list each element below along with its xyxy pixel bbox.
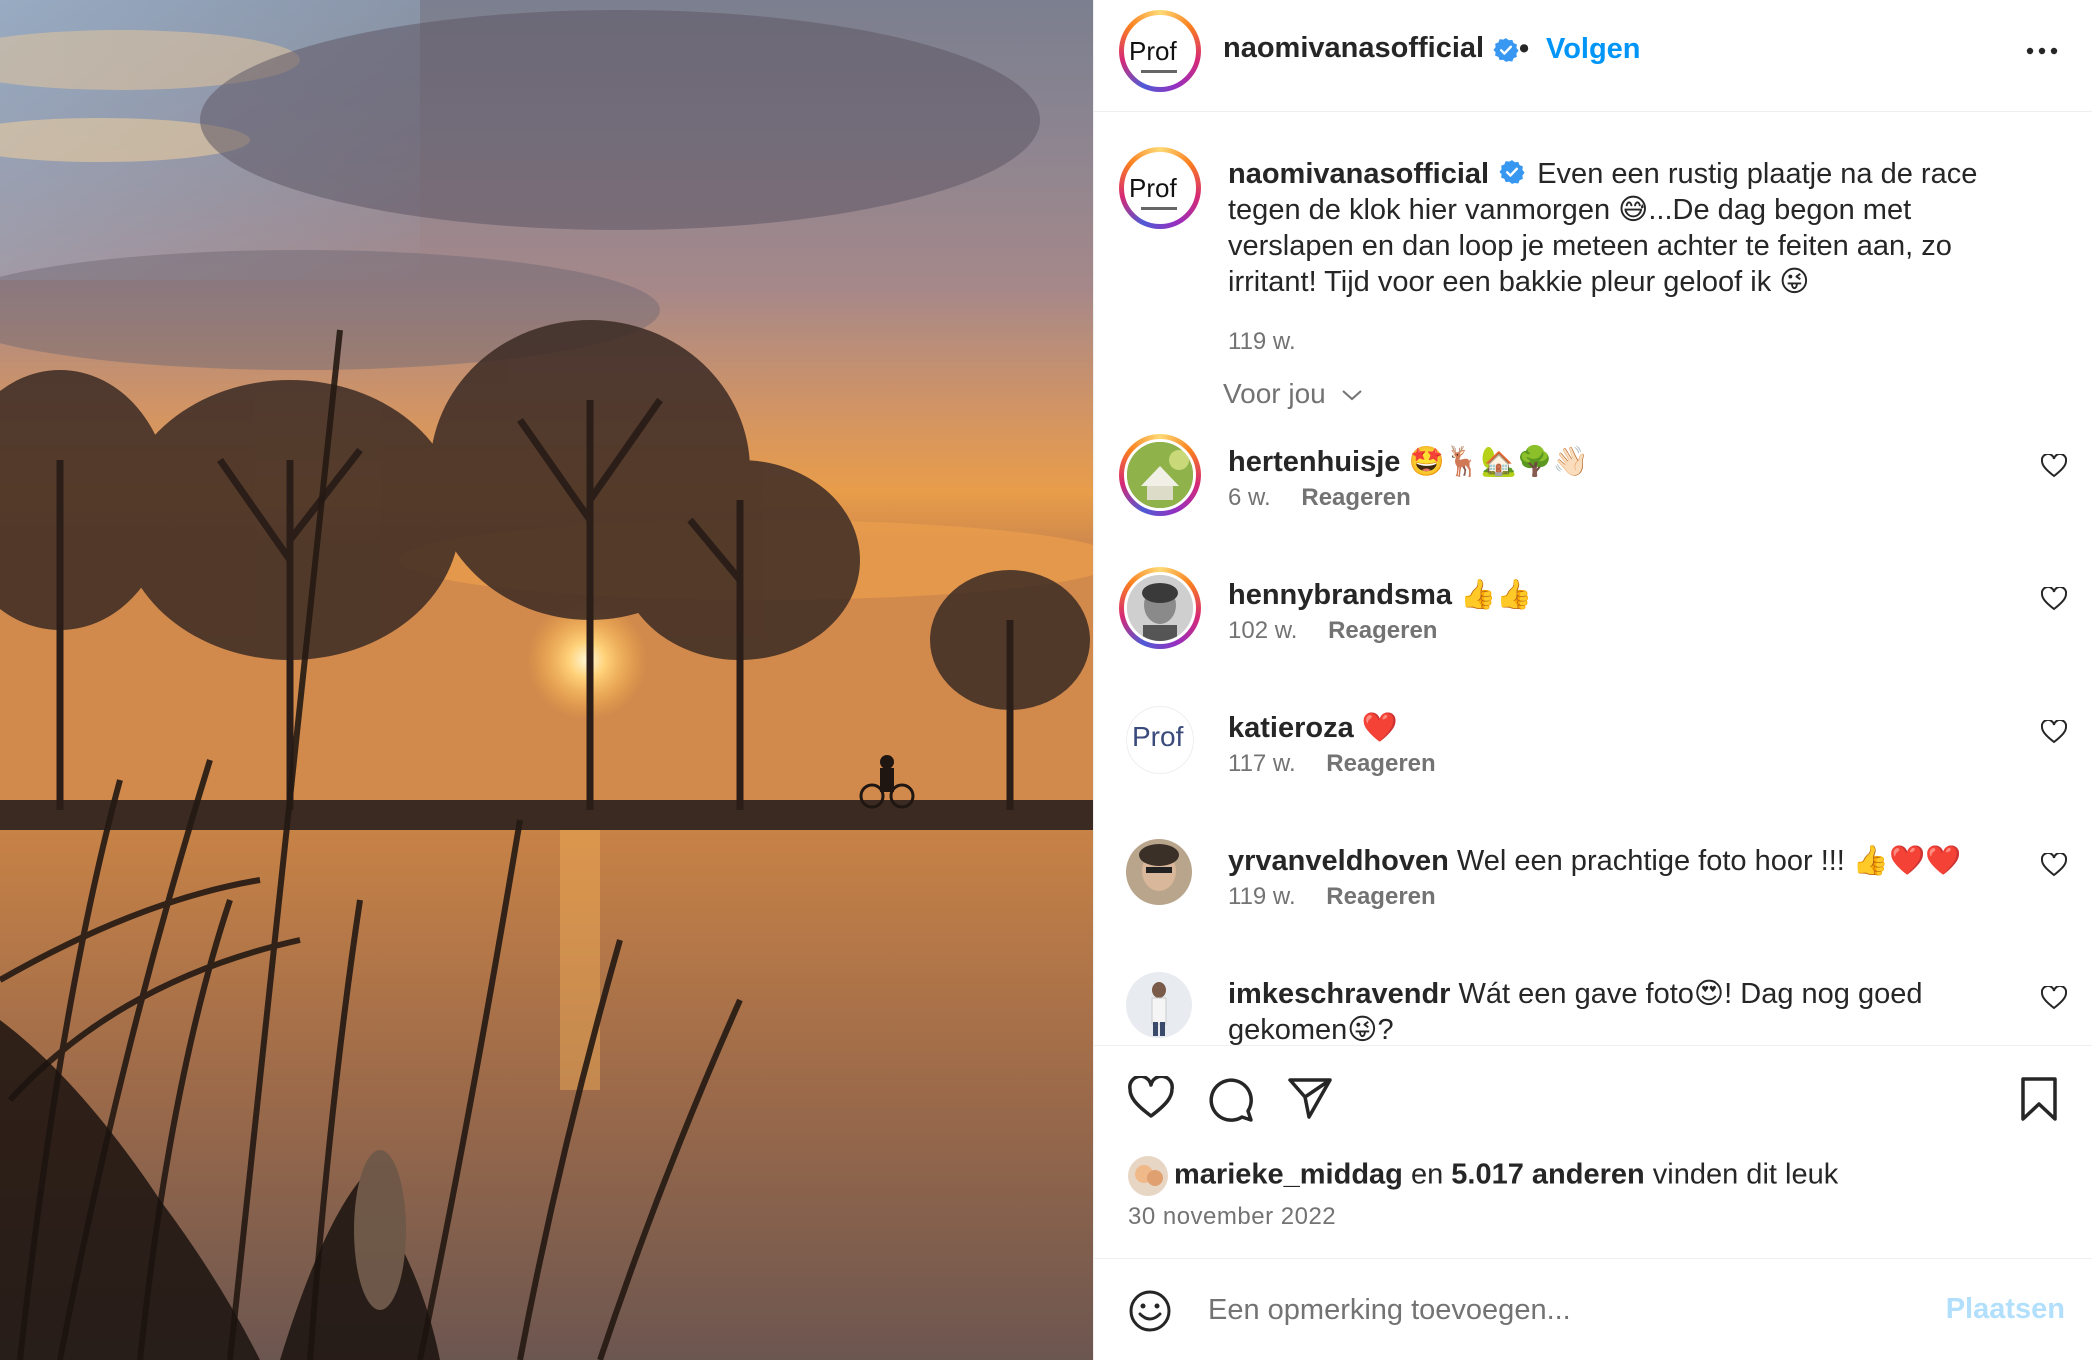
avatar-image bbox=[1127, 442, 1193, 508]
caption-timestamp[interactable]: 119 w. bbox=[1228, 328, 1296, 355]
caption-line-3: verslapen en dan loop je meteen achter t… bbox=[1228, 230, 1952, 262]
comment-username[interactable]: hennybrandsma bbox=[1228, 579, 1452, 611]
caption-text: naomivanasofficial Even een rustig plaat… bbox=[1228, 156, 2008, 300]
avatar-image bbox=[1128, 1156, 1168, 1196]
comment-timestamp[interactable]: 117 w. bbox=[1228, 750, 1296, 777]
comment-body: 🤩🦌🏡🌳👋🏻 bbox=[1408, 446, 1590, 478]
comment-item: hennybrandsma 👍👍 102 w. Reageren bbox=[1094, 567, 2092, 687]
caption-line-2: tegen de klok hier vanmorgen 😅...De dag … bbox=[1228, 194, 1912, 226]
chevron-down-icon bbox=[1341, 390, 1362, 401]
like-heart-icon[interactable] bbox=[1127, 1076, 1175, 1120]
comment-body-continued: gekomen😜? bbox=[1228, 1014, 1394, 1045]
author-username[interactable]: naomivanasofficial bbox=[1223, 32, 1484, 64]
comment-like-heart-icon[interactable] bbox=[2041, 454, 2067, 478]
sunset-lake-image bbox=[0, 0, 1093, 1360]
post-side-panel: Prof naomivanasofficial • Volgen Prof na… bbox=[1093, 0, 2092, 1360]
post-header: Prof naomivanasofficial • Volgen bbox=[1094, 0, 2092, 112]
comment-text: katieroza ❤️ bbox=[1228, 710, 1988, 746]
avatar-image bbox=[1126, 972, 1192, 1038]
comment-timestamp[interactable]: 102 w. bbox=[1228, 617, 1297, 644]
avatar-placeholder-text: Prof bbox=[1129, 36, 1177, 66]
reply-button[interactable]: Reageren bbox=[1326, 750, 1435, 777]
commenter-avatar[interactable] bbox=[1126, 972, 1192, 1038]
comment-username[interactable]: hertenhuisje bbox=[1228, 446, 1400, 478]
comment-meta: 119 w. Reageren bbox=[1228, 883, 1436, 911]
comment-item: Prof katieroza ❤️ 117 w. Reageren bbox=[1094, 700, 2092, 820]
avatar-placeholder-text: Prof bbox=[1129, 173, 1177, 203]
comment-composer: Plaatsen bbox=[1094, 1258, 2092, 1361]
comment-item: yrvanveldhoven Wel een prachtige foto ho… bbox=[1094, 833, 2092, 953]
comment-item: imkeschravendr Wát een gave foto😍! Dag n… bbox=[1094, 966, 2092, 1045]
post-photo[interactable] bbox=[0, 0, 1093, 1360]
liker-avatar[interactable] bbox=[1128, 1156, 1168, 1196]
caption-row: Prof naomivanasofficial Even een rustig … bbox=[1094, 134, 2092, 356]
share-paper-plane-icon[interactable] bbox=[1287, 1076, 1333, 1120]
comment-item: hertenhuisje 🤩🦌🏡🌳👋🏻 6 w. Reageren bbox=[1094, 434, 2092, 554]
likes-count[interactable]: 5.017 anderen bbox=[1451, 1159, 1644, 1191]
comment-bubble-icon[interactable] bbox=[1207, 1076, 1255, 1122]
liker-username[interactable]: marieke_middag bbox=[1174, 1159, 1403, 1191]
comment-username[interactable]: imkeschravendr bbox=[1228, 978, 1450, 1010]
sort-label: Voor jou bbox=[1223, 378, 1326, 409]
comments-list[interactable]: Prof naomivanasofficial Even een rustig … bbox=[1094, 112, 2092, 1045]
caption-username[interactable]: naomivanasofficial bbox=[1228, 158, 1489, 190]
comment-timestamp[interactable]: 119 w. bbox=[1228, 883, 1296, 910]
comment-like-heart-icon[interactable] bbox=[2041, 587, 2067, 611]
comment-body: Wel een prachtige foto hoor !!! 👍❤️❤️ bbox=[1456, 845, 1962, 877]
comment-meta: 6 w. Reageren bbox=[1228, 484, 1411, 512]
likes-suffix: vinden dit leuk bbox=[1652, 1158, 1839, 1191]
comment-input[interactable] bbox=[1206, 1287, 1910, 1333]
caption-line-1: Even een rustig plaatje na de race bbox=[1537, 158, 1978, 190]
comment-sort-dropdown[interactable]: Voor jou bbox=[1223, 378, 1364, 410]
comment-meta: 117 w. Reageren bbox=[1228, 750, 1436, 778]
comment-timestamp[interactable]: 6 w. bbox=[1228, 484, 1271, 511]
save-bookmark-icon[interactable] bbox=[2019, 1076, 2059, 1122]
verified-badge-icon bbox=[1499, 160, 1525, 185]
verified-badge-icon bbox=[1492, 37, 1519, 62]
comment-text: hennybrandsma 👍👍 bbox=[1228, 577, 1988, 613]
separator-dot: • bbox=[1519, 33, 1530, 65]
caption-line-4: irritant! Tijd voor een bakkie pleur gel… bbox=[1228, 266, 1810, 298]
more-options-icon[interactable] bbox=[2025, 34, 2059, 68]
comment-body: 👍👍 bbox=[1460, 579, 1533, 611]
comment-like-heart-icon[interactable] bbox=[2041, 853, 2067, 877]
comment-like-heart-icon[interactable] bbox=[2041, 720, 2067, 744]
avatar-placeholder-text: Prof bbox=[1132, 721, 1184, 752]
author-avatar[interactable]: Prof bbox=[1119, 10, 1201, 92]
comment-text: hertenhuisje 🤩🦌🏡🌳👋🏻 bbox=[1228, 444, 1988, 480]
comment-username[interactable]: katieroza bbox=[1228, 712, 1354, 744]
post-actions: marieke_middag en 5.017 anderen vinden d… bbox=[1094, 1045, 2092, 1259]
commenter-avatar[interactable]: Prof bbox=[1126, 706, 1194, 774]
caption-avatar[interactable]: Prof bbox=[1119, 147, 1201, 229]
comment-body: Wát een gave foto😍! Dag nog goed bbox=[1458, 978, 1923, 1010]
commenter-avatar[interactable] bbox=[1126, 839, 1192, 905]
commenter-avatar[interactable] bbox=[1119, 434, 1201, 516]
comment-meta: 102 w. Reageren bbox=[1228, 617, 1437, 645]
caption-meta: 119 w. bbox=[1228, 328, 1296, 356]
comment-text: yrvanveldhoven Wel een prachtige foto ho… bbox=[1228, 843, 1988, 879]
likes-connector: en bbox=[1410, 1158, 1444, 1191]
reply-button[interactable]: Reageren bbox=[1326, 883, 1435, 910]
comment-body: ❤️ bbox=[1361, 712, 1398, 744]
follow-button[interactable]: Volgen bbox=[1546, 33, 1641, 66]
post-comment-button[interactable]: Plaatsen bbox=[1946, 1293, 2065, 1326]
commenter-avatar[interactable] bbox=[1119, 567, 1201, 649]
reply-button[interactable]: Reageren bbox=[1301, 484, 1410, 511]
reply-button[interactable]: Reageren bbox=[1328, 617, 1437, 644]
avatar-image bbox=[1126, 839, 1192, 905]
avatar-image bbox=[1127, 575, 1193, 641]
likes-summary: marieke_middag en 5.017 anderen vinden d… bbox=[1128, 1156, 1838, 1196]
comment-username[interactable]: yrvanveldhoven bbox=[1228, 845, 1449, 877]
comment-like-heart-icon[interactable] bbox=[2041, 986, 2067, 1010]
emoji-smiley-icon[interactable] bbox=[1128, 1289, 1172, 1333]
comment-text: imkeschravendr Wát een gave foto😍! Dag n… bbox=[1228, 976, 1988, 1045]
post-date[interactable]: 30 november 2022 bbox=[1128, 1203, 1336, 1231]
